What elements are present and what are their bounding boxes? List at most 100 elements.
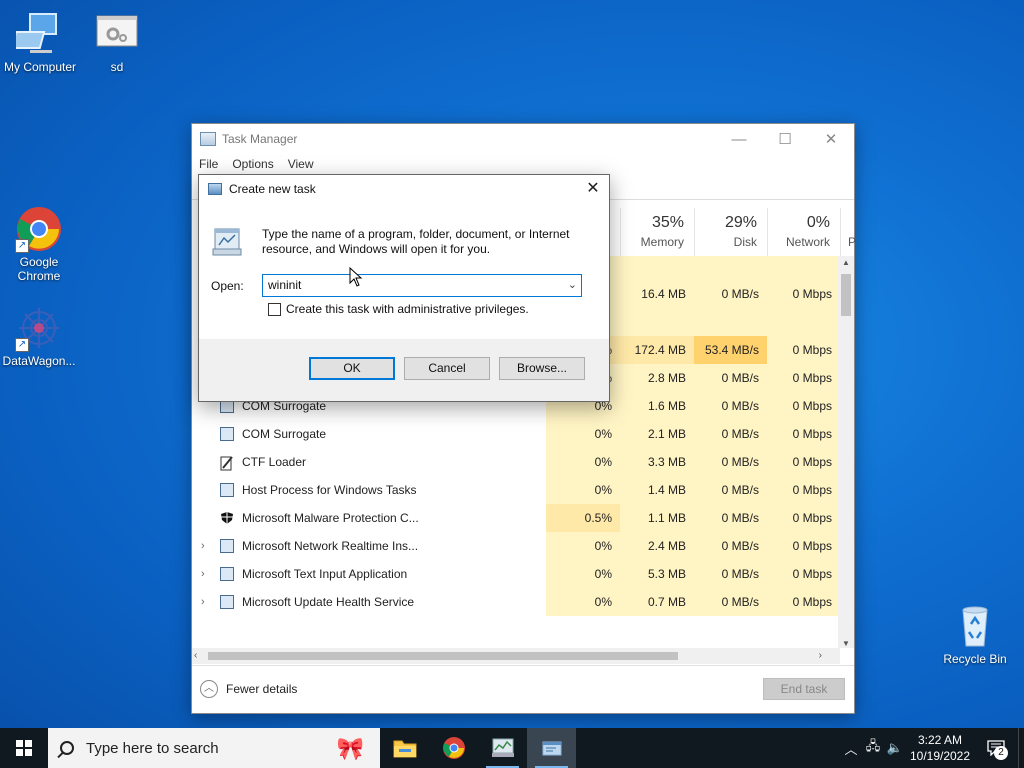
close-button[interactable]: ✕	[808, 124, 854, 154]
process-name: CTF Loader	[242, 455, 307, 469]
open-combobox[interactable]: wininit ⌄	[262, 274, 582, 297]
menu-file[interactable]: File	[199, 157, 218, 171]
end-task-button[interactable]: End task	[763, 678, 845, 700]
column-header-disk[interactable]: 29% Disk	[694, 208, 767, 256]
table-cell: 0 Mbps	[767, 448, 840, 476]
table-cell: 0%	[546, 476, 620, 504]
horizontal-scrollbar[interactable]: ‹ ›	[192, 648, 840, 664]
clock-date: 10/19/2022	[909, 749, 971, 763]
scroll-thumb[interactable]	[841, 274, 851, 316]
fewer-details-label: Fewer details	[226, 682, 298, 696]
taskbar-task-manager[interactable]	[478, 728, 527, 768]
memory-percent: 35%	[651, 214, 684, 231]
process-name: Microsoft Update Health Service	[242, 595, 415, 609]
vertical-scrollbar[interactable]: ▲ ▼	[838, 256, 854, 648]
ok-button[interactable]: OK	[309, 357, 395, 380]
network-percent: 0%	[806, 214, 830, 231]
footer: ︿ Fewer details End task	[192, 665, 854, 713]
expand-chevron-icon[interactable]: ›	[201, 560, 205, 588]
table-cell: 2.4 MB	[620, 532, 694, 560]
table-cell: 0 Mbps	[767, 420, 840, 448]
action-center-button[interactable]: 2	[974, 728, 1018, 768]
table-row[interactable]: 0% 5.3 MB 0 MB/s 0 Mbps › Microsoft Text Inpu…	[192, 560, 840, 588]
shortcut-arrow-icon: ↗	[15, 239, 29, 253]
browse-button[interactable]: Browse...	[499, 357, 585, 380]
table-row[interactable]: 0.5% 1.1 MB 0 MB/s 0 Mbps Microsoft Malware …	[192, 504, 840, 532]
network-icon[interactable]: 🖧	[862, 737, 884, 759]
table-row[interactable]: 0% 2.4 MB 0 MB/s 0 Mbps › Microsoft Network R…	[192, 532, 840, 560]
table-cell: 0.7 MB	[620, 588, 694, 616]
column-header-memory[interactable]: 35% Memory	[620, 208, 694, 256]
disk-percent: 29%	[724, 214, 757, 231]
table-row[interactable]: 0% 1.4 MB 0 MB/s 0 Mbps Host Process for Win…	[192, 476, 840, 504]
dialog-title: Create new task	[229, 182, 316, 196]
menu-options[interactable]: Options	[232, 157, 273, 171]
taskbar-file-explorer[interactable]	[380, 728, 429, 768]
table-cell: 0 MB/s	[694, 476, 767, 504]
scroll-left-icon[interactable]: ‹	[194, 648, 197, 664]
volume-icon[interactable]: 🔈	[884, 740, 906, 756]
cancel-button[interactable]: Cancel	[404, 357, 490, 380]
show-desktop-button[interactable]	[1018, 728, 1024, 768]
hscroll-thumb[interactable]	[208, 652, 678, 660]
table-cell: 0 MB/s	[694, 420, 767, 448]
fewer-details-button[interactable]: ︿ Fewer details	[200, 680, 297, 698]
table-cell: 0 Mbps	[767, 504, 840, 532]
table-row[interactable]: 0% 2.1 MB 0 MB/s 0 Mbps COM Surrogate	[192, 420, 840, 448]
disk-label: Disk	[733, 235, 757, 249]
taskbar: Type here to search 🎀 ︿ 🖧 🔈 3:22 AM 10/1…	[0, 728, 1024, 768]
desktop-icon-label: Google Chrome	[17, 255, 61, 283]
chevron-down-icon[interactable]: ⌄	[568, 275, 577, 296]
checkbox-box[interactable]	[268, 302, 281, 316]
create-new-task-dialog[interactable]: Create new task ✕ Type the name of a pro…	[198, 174, 610, 402]
clock-time: 3:22 AM	[917, 733, 963, 747]
chevron-up-icon[interactable]: ︿	[840, 739, 862, 758]
process-name: Microsoft Text Input Application	[242, 567, 408, 581]
expand-chevron-icon[interactable]: ›	[201, 532, 205, 560]
datawagon-icon: ↗	[15, 304, 63, 352]
column-header-network[interactable]: 0% Network	[767, 208, 840, 256]
desktop-icon-datawagon[interactable]: ↗ DataWagon...	[0, 304, 79, 368]
menu-view[interactable]: View	[288, 157, 314, 171]
admin-checkbox-label: Create this task with administrative pri…	[286, 302, 529, 316]
maximize-button[interactable]: ☐	[762, 124, 808, 154]
table-row[interactable]: 0% 0.7 MB 0 MB/s 0 Mbps › Microsoft Update He…	[192, 588, 840, 616]
desktop-icon-my-computer[interactable]: My Computer	[0, 10, 80, 74]
desktop-icon-recycle-bin[interactable]: Recycle Bin	[935, 602, 1015, 666]
taskbar-run-dialog[interactable]	[527, 728, 576, 768]
table-cell: 0%	[546, 448, 620, 476]
admin-privileges-checkbox[interactable]: Create this task with administrative pri…	[268, 302, 529, 316]
menu-bar: File Options View	[192, 154, 854, 174]
table-cell: 5.3 MB	[620, 560, 694, 588]
table-cell: 0 Mbps	[767, 364, 840, 392]
search-icon	[60, 741, 74, 755]
task-manager-icon	[491, 738, 514, 757]
mouse-cursor-icon	[349, 267, 363, 287]
search-placeholder: Type here to search	[86, 739, 219, 757]
scroll-right-icon[interactable]: ›	[819, 648, 822, 664]
folder-icon	[393, 740, 416, 758]
desktop-icon-google-chrome[interactable]: ↗ Google Chrome	[0, 205, 79, 283]
dialog-description: Type the name of a program, folder, docu…	[262, 227, 570, 256]
minimize-button[interactable]: —	[716, 124, 762, 154]
scroll-down-icon[interactable]: ▼	[838, 639, 854, 648]
scroll-up-icon[interactable]: ▲	[838, 256, 854, 270]
chrome-icon	[442, 737, 465, 759]
taskbar-chrome[interactable]	[429, 728, 478, 768]
desktop-icon-label: Recycle Bin	[943, 652, 1007, 666]
taskbar-search-box[interactable]: Type here to search 🎀	[48, 728, 380, 768]
process-name: Microsoft Malware Protection C...	[242, 511, 419, 525]
dialog-close-button[interactable]: ✕	[577, 175, 609, 203]
dialog-title-bar[interactable]: Create new task	[199, 175, 609, 203]
start-button[interactable]	[0, 728, 48, 768]
table-cell: 0%	[546, 588, 620, 616]
desktop-icon-label: DataWagon...	[2, 354, 76, 368]
column-header-power[interactable]: P	[840, 208, 856, 256]
run-icon	[542, 741, 561, 756]
expand-chevron-icon[interactable]: ›	[201, 588, 205, 616]
table-cell: 0 Mbps	[767, 280, 840, 308]
clock[interactable]: 3:22 AM 10/19/2022	[906, 732, 974, 764]
table-row[interactable]: 0% 3.3 MB 0 MB/s 0 Mbps CTF Loader	[192, 448, 840, 476]
desktop-icon-sd[interactable]: sd	[77, 10, 157, 74]
shortcut-arrow-icon: ↗	[15, 338, 29, 352]
